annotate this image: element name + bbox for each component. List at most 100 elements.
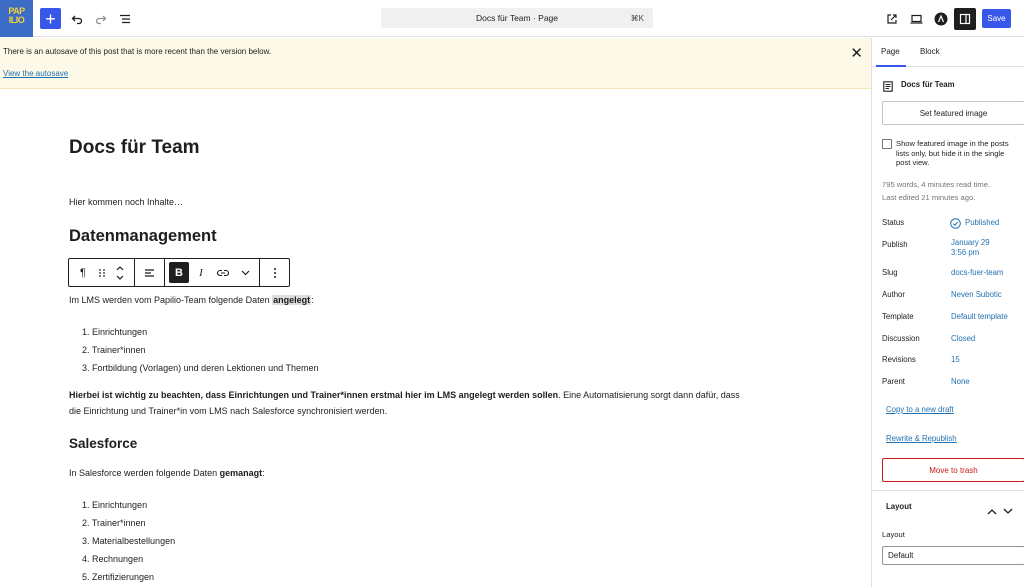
document-icon bbox=[883, 79, 893, 97]
active-tab-indicator bbox=[876, 65, 906, 67]
tab-block[interactable]: Block bbox=[920, 47, 940, 56]
list-item[interactable]: 3. Materialbestellungen bbox=[82, 535, 175, 548]
block-toolbar: ¶ B I bbox=[68, 258, 290, 287]
notice-message: There is an autosave of this post that i… bbox=[3, 47, 272, 56]
author-label: Author bbox=[882, 290, 905, 299]
intro-paragraph[interactable]: Hier kommen noch Inhalte… bbox=[69, 194, 183, 210]
list-item[interactable]: 5. Zertifizierungen bbox=[82, 571, 154, 584]
paragraph-text: : bbox=[262, 468, 265, 478]
redo-icon[interactable] bbox=[90, 8, 112, 30]
page-title[interactable]: Docs für Team bbox=[69, 137, 200, 159]
paragraph-salesforce[interactable]: In Salesforce werden folgende Daten gema… bbox=[69, 465, 265, 481]
parent-value[interactable]: None bbox=[951, 377, 970, 387]
align-icon[interactable] bbox=[139, 262, 159, 283]
status-label: Status bbox=[882, 218, 905, 227]
list-number: 4. bbox=[82, 554, 90, 564]
toolbar-divider bbox=[134, 259, 135, 286]
published-icon bbox=[950, 216, 961, 234]
plugin-icon[interactable] bbox=[930, 8, 952, 30]
heading-datenmanagement[interactable]: Datenmanagement bbox=[69, 227, 217, 246]
paragraph-text: Im LMS werden vom Papilio-Team folgende … bbox=[69, 295, 273, 305]
list-item[interactable]: 2. Trainer*innen bbox=[82, 344, 146, 357]
status-value[interactable]: Published bbox=[965, 218, 999, 228]
paragraph-text: : bbox=[311, 295, 314, 305]
bold-text: Hierbei ist wichtig zu beachten, dass Ei… bbox=[69, 390, 559, 400]
chevron-down-icon[interactable] bbox=[235, 262, 255, 283]
layout-select[interactable]: Default bbox=[882, 546, 1024, 565]
list-item[interactable]: 2. Trainer*innen bbox=[82, 517, 146, 530]
move-up-down-icon[interactable] bbox=[110, 262, 130, 283]
paragraph-icon[interactable]: ¶ bbox=[73, 262, 93, 283]
paragraph-lms[interactable]: Im LMS werden vom Papilio-Team folgende … bbox=[69, 292, 314, 308]
publish-time[interactable]: 3:56 pm bbox=[951, 248, 979, 258]
italic-button[interactable]: I bbox=[191, 262, 211, 283]
list-item[interactable]: 3. Fortbildung (Vorlagen) und deren Lekt… bbox=[82, 362, 319, 375]
discussion-value[interactable]: Closed bbox=[951, 334, 975, 344]
view-autosave-link[interactable]: View the autosave bbox=[3, 69, 68, 78]
panel-divider bbox=[872, 490, 1024, 491]
publish-date[interactable]: January 29 bbox=[951, 238, 990, 248]
list-number: 2. bbox=[82, 345, 90, 355]
editor-canvas: Docs für Team Hier kommen noch Inhalte… … bbox=[0, 90, 871, 587]
template-value[interactable]: Default template bbox=[951, 312, 1008, 322]
list-number: 5. bbox=[82, 572, 90, 582]
list-number: 1. bbox=[82, 500, 90, 510]
list-text: Zertifizierungen bbox=[92, 572, 155, 582]
command-shortcut: ⌘K bbox=[630, 13, 644, 23]
heading-salesforce[interactable]: Salesforce bbox=[69, 436, 137, 451]
paragraph-text: die Einrichtung und Trainer*in vom LMS n… bbox=[69, 406, 388, 416]
logo-text: PAP ILIO bbox=[8, 6, 25, 25]
more-options-icon[interactable] bbox=[265, 262, 285, 283]
discussion-label: Discussion bbox=[882, 334, 920, 343]
top-toolbar: PAP ILIO + Docs für Team · Page ⌘K Save bbox=[0, 0, 1024, 37]
paragraph-hinweis[interactable]: Hierbei ist wichtig zu beachten, dass Ei… bbox=[69, 387, 799, 419]
settings-sidebar-icon[interactable] bbox=[954, 8, 976, 30]
save-button[interactable]: Save bbox=[982, 9, 1011, 28]
document-overview-icon[interactable] bbox=[114, 8, 136, 30]
add-block-button[interactable]: + bbox=[40, 8, 61, 29]
paragraph-text: . Eine Automatisierung sorgt dann dafür,… bbox=[558, 390, 740, 400]
chevron-down-icon[interactable] bbox=[1003, 502, 1013, 520]
list-text: Trainer*innen bbox=[91, 345, 146, 355]
slug-label: Slug bbox=[882, 268, 898, 277]
sidebar-tabs: Page Block bbox=[872, 38, 1024, 67]
link-icon[interactable] bbox=[213, 262, 233, 283]
list-text: Trainer*innen bbox=[91, 518, 146, 528]
featured-image-checkbox[interactable] bbox=[882, 139, 892, 149]
command-palette[interactable]: Docs für Team · Page ⌘K bbox=[381, 8, 653, 28]
list-text: Rechnungen bbox=[92, 554, 144, 564]
layout-panel-title[interactable]: Layout bbox=[886, 502, 912, 511]
author-value[interactable]: Neven Subotic bbox=[951, 290, 1002, 300]
list-text: Einrichtungen bbox=[92, 327, 148, 337]
drag-handle-icon[interactable] bbox=[92, 262, 112, 283]
copy-draft-link[interactable]: Copy to a new draft bbox=[886, 405, 954, 414]
slug-value[interactable]: docs-fuer-team bbox=[951, 268, 1003, 278]
publish-label: Publish bbox=[882, 240, 908, 249]
toolbar-divider bbox=[164, 259, 165, 286]
list-item[interactable]: 4. Rechnungen bbox=[82, 553, 143, 566]
preview-device-icon[interactable] bbox=[905, 8, 927, 30]
list-item[interactable]: 1. Einrichtungen bbox=[82, 326, 147, 339]
close-icon[interactable]: ✕ bbox=[850, 44, 863, 62]
rewrite-republish-link[interactable]: Rewrite & Republish bbox=[886, 434, 957, 443]
list-item[interactable]: 1. Einrichtungen bbox=[82, 499, 147, 512]
command-title: Docs für Team · Page bbox=[475, 13, 559, 23]
layout-label: Layout bbox=[882, 530, 905, 539]
parent-label: Parent bbox=[882, 377, 905, 386]
chevron-up-icon[interactable] bbox=[987, 502, 997, 520]
layout-select-value: Default bbox=[888, 551, 914, 560]
tab-page[interactable]: Page bbox=[881, 47, 900, 56]
undo-icon[interactable] bbox=[66, 8, 88, 30]
bold-button[interactable]: B bbox=[169, 262, 189, 283]
list-number: 3. bbox=[82, 536, 90, 546]
checkbox-label: Show featured image in the posts lists o… bbox=[896, 139, 1009, 168]
site-logo[interactable]: PAP ILIO bbox=[0, 0, 33, 37]
list-number: 1. bbox=[82, 327, 90, 337]
set-featured-image-button[interactable]: Set featured image bbox=[882, 101, 1024, 125]
revisions-value[interactable]: 15 bbox=[951, 355, 960, 365]
move-to-trash-button[interactable]: Move to trash bbox=[882, 458, 1024, 482]
highlighted-word: angelegt bbox=[272, 295, 312, 305]
settings-sidebar: Page Block Docs für Team Set featured im… bbox=[871, 38, 1024, 587]
list-number: 3. bbox=[82, 363, 90, 373]
view-post-icon[interactable] bbox=[881, 8, 903, 30]
